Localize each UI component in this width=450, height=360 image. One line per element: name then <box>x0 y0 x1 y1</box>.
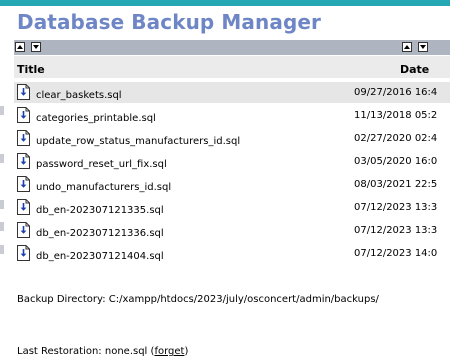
table-row[interactable]: db_en-202307121335.sql 07/12/2023 13:3 <box>14 197 450 218</box>
table-header: Title Date <box>14 56 450 78</box>
sql-file-download-icon[interactable] <box>17 222 30 238</box>
close-paren: ) <box>184 346 189 357</box>
file-date: 08/03/2021 22:5 <box>354 179 438 190</box>
side-mark <box>0 222 4 231</box>
date-sort-descending-icon[interactable] <box>418 42 428 52</box>
title-sort-descending-icon[interactable] <box>31 42 41 52</box>
last-restoration-label: Last Restoration: <box>17 346 102 357</box>
table-row[interactable]: update_row_status_manufacturers_id.sql 02… <box>14 128 450 149</box>
last-restoration-line: Last Restoration: none.sql (forget) <box>17 346 188 357</box>
last-restoration-file: none.sql <box>104 346 148 357</box>
file-date: 11/13/2018 05:2 <box>354 110 438 121</box>
table-row[interactable]: db_en-202307121404.sql 07/12/2023 14:0 <box>14 243 450 264</box>
file-date: 02/27/2020 02:4 <box>354 133 438 144</box>
table-row[interactable]: clear_baskets.sql 09/27/2016 16:4 <box>14 82 450 103</box>
sql-file-download-icon[interactable] <box>17 107 30 123</box>
file-date: 07/12/2023 14:0 <box>354 248 438 259</box>
page-title: Database Backup Manager <box>17 10 321 34</box>
file-name[interactable]: categories_printable.sql <box>36 113 156 124</box>
side-mark <box>0 154 4 163</box>
sql-file-download-icon[interactable] <box>17 130 30 146</box>
forget-link[interactable]: forget <box>154 346 184 357</box>
backup-directory-path: C:/xampp/htdocs/2023/july/osconcert/admi… <box>108 294 379 305</box>
file-name[interactable]: update_row_status_manufacturers_id.sql <box>36 136 240 147</box>
sql-file-download-icon[interactable] <box>17 245 30 261</box>
backup-directory-line: Backup Directory: C:/xampp/htdocs/2023/j… <box>17 294 379 305</box>
file-name[interactable]: db_en-202307121336.sql <box>36 228 164 239</box>
column-header-date[interactable]: Date <box>400 63 429 76</box>
column-header-title[interactable]: Title <box>17 63 45 76</box>
date-sort-ascending-icon[interactable] <box>402 42 412 52</box>
side-mark <box>0 245 4 254</box>
file-name[interactable]: db_en-202307121335.sql <box>36 205 164 216</box>
table-row[interactable]: categories_printable.sql 11/13/2018 05:2 <box>14 105 450 126</box>
file-name[interactable]: undo_manufacturers_id.sql <box>36 182 171 193</box>
file-name[interactable]: db_en-202307121404.sql <box>36 251 164 262</box>
side-mark <box>0 200 4 209</box>
sql-file-download-icon[interactable] <box>17 153 30 169</box>
sort-bar <box>14 40 450 55</box>
table-row[interactable]: undo_manufacturers_id.sql 08/03/2021 22:5 <box>14 174 450 195</box>
file-date: 09/27/2016 16:4 <box>354 87 438 98</box>
sql-file-download-icon[interactable] <box>17 176 30 192</box>
file-name[interactable]: password_reset_url_fix.sql <box>36 159 167 170</box>
file-date: 07/12/2023 13:3 <box>354 202 438 213</box>
file-name[interactable]: clear_baskets.sql <box>36 90 122 101</box>
file-date: 03/05/2020 16:0 <box>354 156 438 167</box>
top-accent-bar <box>0 0 450 6</box>
file-date: 07/12/2023 13:3 <box>354 225 438 236</box>
side-mark <box>0 106 4 115</box>
table-row[interactable]: db_en-202307121336.sql 07/12/2023 13:3 <box>14 220 450 241</box>
backup-directory-label: Backup Directory: <box>17 294 106 305</box>
table-row[interactable]: password_reset_url_fix.sql 03/05/2020 16:… <box>14 151 450 172</box>
sql-file-download-icon[interactable] <box>17 199 30 215</box>
title-sort-ascending-icon[interactable] <box>15 42 25 52</box>
sql-file-download-icon[interactable] <box>17 84 30 100</box>
